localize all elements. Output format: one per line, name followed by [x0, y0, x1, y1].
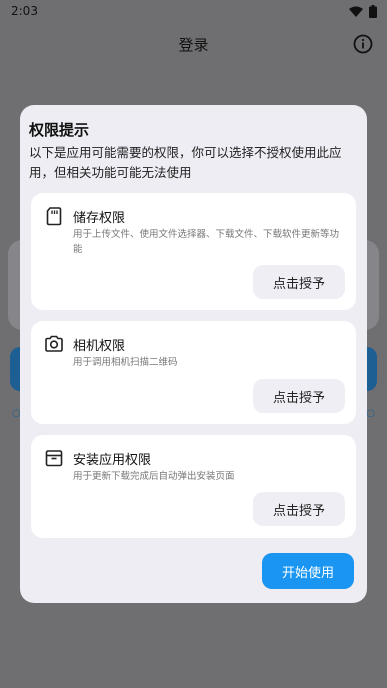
status-icons [349, 5, 377, 18]
grant-storage-button[interactable]: 点击授予 [253, 265, 345, 299]
dialog-title: 权限提示 [29, 121, 90, 139]
page-title: 登录 [178, 36, 209, 54]
info-icon[interactable] [353, 34, 373, 54]
dialog-description: 以下是应用可能需要的权限，你可以选择不授权使用此应用，但相关功能可能无法使用 [29, 145, 342, 180]
permission-description: 用于调用相机扫描二维码 [73, 357, 178, 368]
wifi-icon [349, 6, 363, 17]
permission-card-install: 安装应用权限 用于更新下载完成后自动弹出安装页面 点击授予 [31, 435, 356, 538]
camera-icon [45, 335, 63, 352]
grant-install-button[interactable]: 点击授予 [253, 492, 345, 526]
permission-dialog: 权限提示 以下是应用可能需要的权限，你可以选择不授权使用此应用，但相关功能可能无… [20, 105, 367, 603]
status-time: 2:03 [11, 4, 38, 18]
permission-title: 安装应用权限 [73, 453, 152, 468]
sd-card-icon [46, 207, 62, 226]
permission-card-camera: 相机权限 用于调用相机扫描二维码 点击授予 [31, 321, 356, 424]
start-using-button[interactable]: 开始使用 [262, 553, 354, 589]
permission-description: 用于上传文件、使用文件选择器、下载文件、下载软件更新等功能 [73, 229, 340, 255]
permission-title: 相机权限 [73, 339, 126, 354]
app-bar: 登录 [0, 22, 387, 68]
archive-box-icon [45, 450, 63, 467]
background-text-fragment: ○ [366, 408, 375, 419]
battery-icon [369, 5, 377, 18]
status-bar: 2:03 [0, 0, 387, 22]
permission-title: 储存权限 [73, 211, 126, 226]
grant-camera-button[interactable]: 点击授予 [253, 379, 345, 413]
permission-description: 用于更新下载完成后自动弹出安装页面 [73, 471, 235, 482]
permission-card-storage: 储存权限 用于上传文件、使用文件选择器、下载文件、下载软件更新等功能 点击授予 [31, 193, 356, 310]
